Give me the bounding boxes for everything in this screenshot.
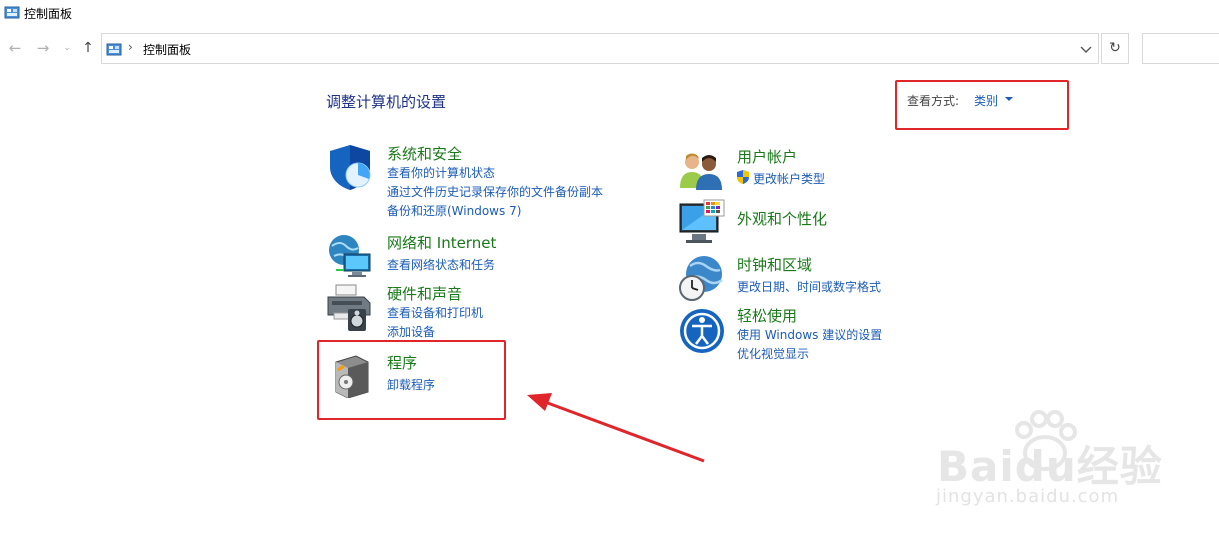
watermark-url: jingyan.baidu.com — [936, 486, 1120, 507]
watermark-brand: Baidu经验 — [937, 442, 1163, 491]
